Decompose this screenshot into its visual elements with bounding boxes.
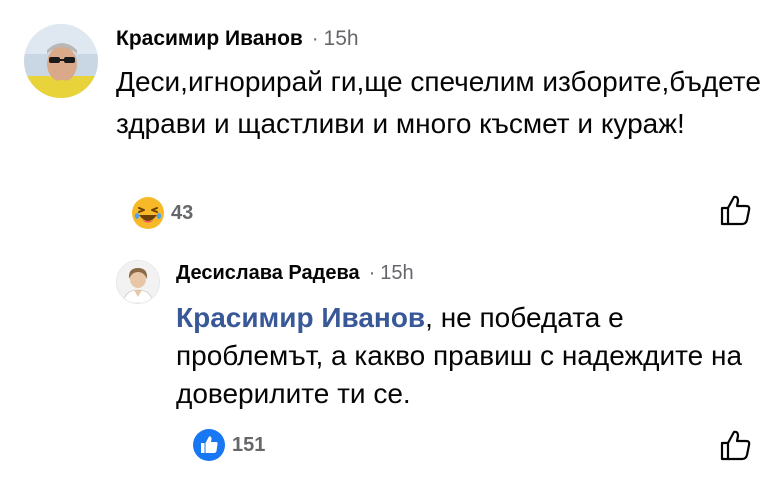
comment-author[interactable]: Красимир Иванов <box>116 27 303 51</box>
like-button[interactable] <box>718 428 752 462</box>
avatar[interactable] <box>24 24 98 98</box>
reply-author[interactable]: Десислава Радева <box>176 262 360 285</box>
mention-link[interactable]: Красимир Иванов <box>176 302 425 333</box>
reply-meta: Десислава Радева · 15h <box>176 262 414 285</box>
comment-text: Деси,игнорирай ги,ще спечелим изборите,б… <box>116 66 761 139</box>
like-button[interactable] <box>718 193 752 227</box>
reply-text: Красимир Иванов, не победата е проблемът… <box>176 299 771 413</box>
comment-timestamp[interactable]: 15h <box>324 27 359 51</box>
avatar-photo <box>24 24 98 98</box>
thumbs-up-outline-icon <box>720 430 751 461</box>
thumbs-up-outline-icon <box>720 195 751 226</box>
like-reaction-icon <box>193 429 225 461</box>
reply-timestamp[interactable]: 15h <box>380 262 413 285</box>
meta-separator: · <box>368 262 376 284</box>
reactions-summary[interactable]: 151 <box>192 428 265 462</box>
comment-meta: Красимир Иванов · 15h <box>116 27 359 51</box>
meta-separator: · <box>311 28 319 50</box>
avatar-photo <box>117 261 159 303</box>
reaction-count: 43 <box>171 201 194 224</box>
reactions-summary[interactable]: 43 <box>131 196 193 230</box>
comment-thread: Красимир Иванов · 15h Деси,игнорирай ги,… <box>0 0 781 485</box>
reply-avatar[interactable] <box>116 260 160 304</box>
haha-emoji-icon <box>132 197 164 229</box>
reaction-count: 151 <box>232 433 266 456</box>
